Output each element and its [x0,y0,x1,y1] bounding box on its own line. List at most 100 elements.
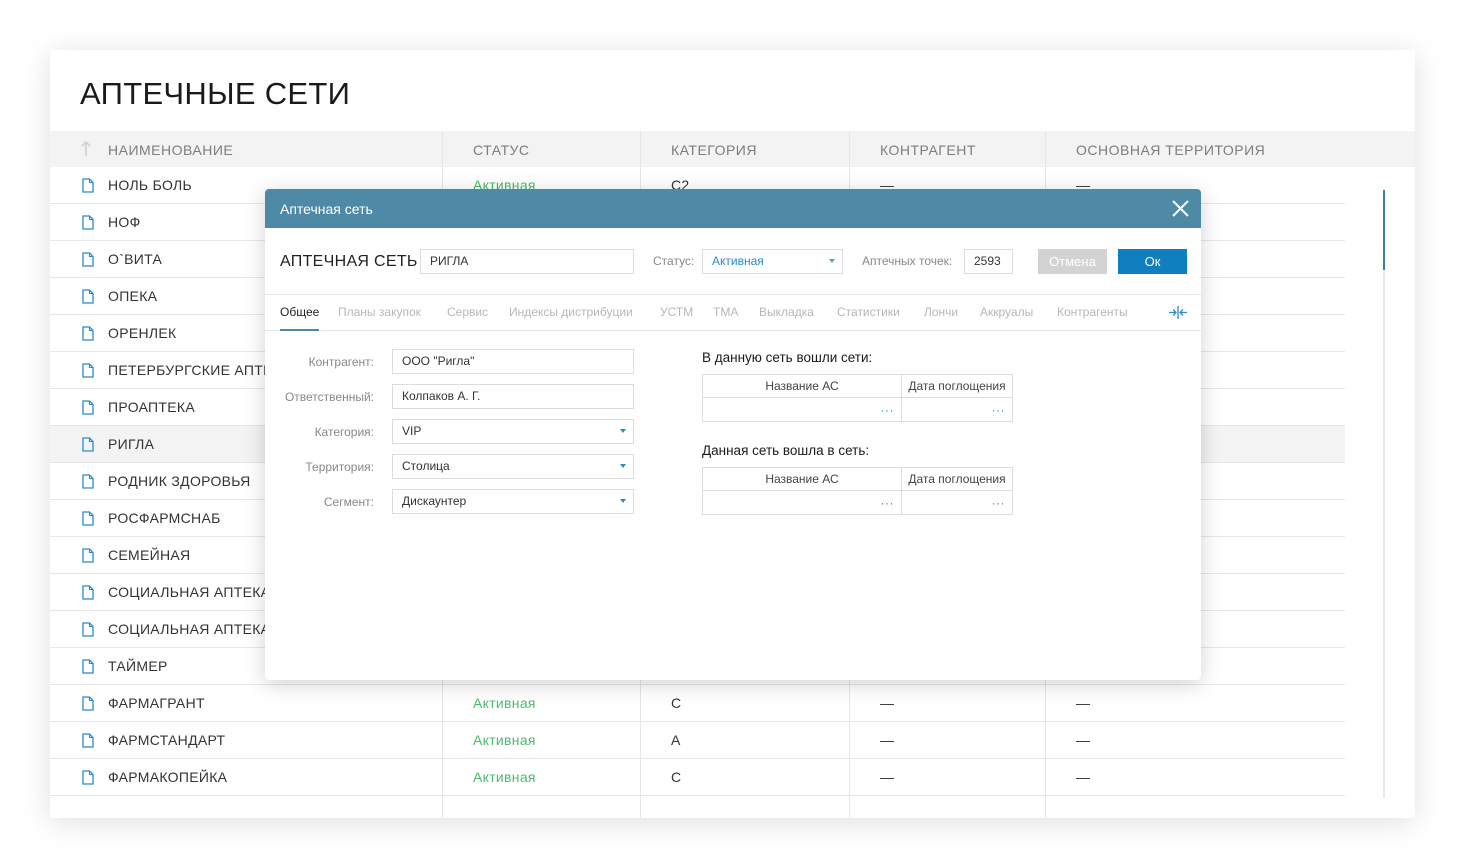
active-tab-indicator [280,329,319,331]
name-cell: ОПЕКА [108,288,158,304]
document-icon [82,474,94,489]
name-cell: ФАРМАГРАНТ [108,695,205,711]
merged-in-name-cell[interactable]: ··· [703,398,902,422]
scrollbar-thumb[interactable] [1383,190,1385,270]
tab-service[interactable]: Сервис [447,305,488,319]
merged-into-col-date: Дата поглощения [902,468,1012,491]
name-cell: СЕМЕЙНАЯ [108,547,191,563]
field-label: Контрагент: [308,355,374,369]
col-header-category[interactable]: КАТЕГОРИЯ [671,131,757,167]
field-label: Территория: [305,460,374,474]
document-icon [82,659,94,674]
document-icon [82,511,94,526]
name-cell: РОДНИК ЗДОРОВЬЯ [108,473,251,489]
col-header-counterparty[interactable]: КОНТРАГЕНТ [880,131,976,167]
territory-cell: — [1076,769,1091,785]
name-cell: СОЦИАЛЬНАЯ АПТЕКА [108,584,271,600]
name-cell: СОЦИАЛЬНАЯ АПТЕКА [108,621,271,637]
table-row[interactable]: ФАРМАКОПЕЙКА Активная С — — [50,759,1345,796]
points-count-input[interactable]: 2593 [964,249,1013,274]
field-select[interactable]: Дискаунтер [392,489,634,514]
status-select[interactable]: Активная [702,249,843,274]
document-icon [82,178,94,193]
merged-into-table: Название АС Дата поглощения ··· ··· [702,467,1013,515]
merged-into-date-cell[interactable]: ··· [902,491,1012,515]
field-value: VIP [402,424,422,438]
territory-cell: — [1076,695,1091,711]
tab-counterparties[interactable]: Контрагенты [1057,305,1128,319]
tab-accruals[interactable]: Аккруалы [980,305,1033,319]
category-cell: С [671,769,682,785]
tab-statistics[interactable]: Статистики [837,305,900,319]
tab-general[interactable]: Общее [280,305,319,319]
name-cell: РОСФАРМСНАБ [108,510,221,526]
merged-in-date-cell[interactable]: ··· [902,398,1012,422]
name-cell: НОЛЬ БОЛЬ [108,177,192,193]
document-icon [82,215,94,230]
counterparty-cell: — [880,695,895,711]
more-dots-icon[interactable]: ··· [881,496,895,510]
sort-arrow-icon[interactable] [80,140,92,158]
collapse-icon[interactable] [1168,305,1188,320]
col-header-territory[interactable]: ОСНОВНАЯ ТЕРРИТОРИЯ [1076,131,1265,167]
tab-ustm[interactable]: УСТМ [660,305,693,319]
document-icon [82,252,94,267]
field-select[interactable]: VIP [392,419,634,444]
dialog-header-title: Аптечная сеть [280,201,373,217]
cancel-button[interactable]: Отмена [1038,249,1107,274]
status-label: Статус: [653,254,695,268]
ok-button[interactable]: Ок [1118,249,1187,274]
chevron-down-icon [620,499,626,503]
scrollbar-track[interactable] [1383,190,1385,798]
field-input[interactable]: Колпаков А. Г. [392,384,634,409]
more-dots-icon[interactable]: ··· [992,496,1006,510]
table-row[interactable]: ФАРМСТАНДАРТ Активная А — — [50,722,1345,759]
tab-purchase-plans[interactable]: Планы закупок [338,305,421,319]
field-value: Колпаков А. Г. [402,389,481,403]
document-icon [82,733,94,748]
name-cell: ФАРМСТАНДАРТ [108,732,226,748]
tab-tma[interactable]: ТМА [713,305,738,319]
field-value: Столица [402,459,450,473]
field-input[interactable]: ООО "Ригла" [392,349,634,374]
name-cell: НОФ [108,214,141,230]
name-cell: О`ВИТА [108,251,163,267]
counterparty-cell: — [880,769,895,785]
dialog-header: Аптечная сеть [265,189,1201,228]
col-header-name[interactable]: НАИМЕНОВАНИЕ [108,131,233,167]
document-icon [82,437,94,452]
pharmacy-network-dialog: Аптечная сеть АПТЕЧНАЯ СЕТЬ РИГЛА Статус… [265,189,1201,680]
field-select[interactable]: Столица [392,454,634,479]
document-icon [82,696,94,711]
more-dots-icon[interactable]: ··· [992,403,1006,417]
tab-display[interactable]: Выкладка [759,305,814,319]
merged-in-col-name: Название АС [703,375,902,398]
col-header-status[interactable]: СТАТУС [473,131,530,167]
status-cell: Активная [473,695,536,711]
document-icon [82,363,94,378]
document-icon [82,326,94,341]
dialog-title: АПТЕЧНАЯ СЕТЬ [280,253,418,270]
close-icon[interactable] [1171,199,1190,218]
name-cell: РИГЛА [108,436,155,452]
more-dots-icon[interactable]: ··· [881,403,895,417]
category-cell: А [671,732,681,748]
document-icon [82,585,94,600]
tab-launches[interactable]: Лончи [924,305,958,319]
field-label: Ответственный: [284,390,374,404]
table-header: НАИМЕНОВАНИЕ СТАТУС КАТЕГОРИЯ КОНТРАГЕНТ… [50,131,1415,167]
merged-in-col-date: Дата поглощения [902,375,1012,398]
dialog-tabs: Общее Планы закупок Сервис Индексы дистр… [265,294,1201,331]
table-row[interactable]: ФАРМАГРАНТ Активная С — — [50,685,1345,722]
chevron-down-icon [829,259,835,263]
territory-cell: — [1076,732,1091,748]
tab-distribution-indexes[interactable]: Индексы дистрибуции [509,305,633,319]
chevron-down-icon [620,464,626,468]
merged-into-name-cell[interactable]: ··· [703,491,902,515]
document-icon [82,622,94,637]
merged-in-table: Название АС Дата поглощения ··· ··· [702,374,1013,422]
document-icon [82,400,94,415]
network-name-input[interactable]: РИГЛА [420,249,634,274]
document-icon [82,770,94,785]
merged-in-title: В данную сеть вошли сети: [702,350,873,365]
